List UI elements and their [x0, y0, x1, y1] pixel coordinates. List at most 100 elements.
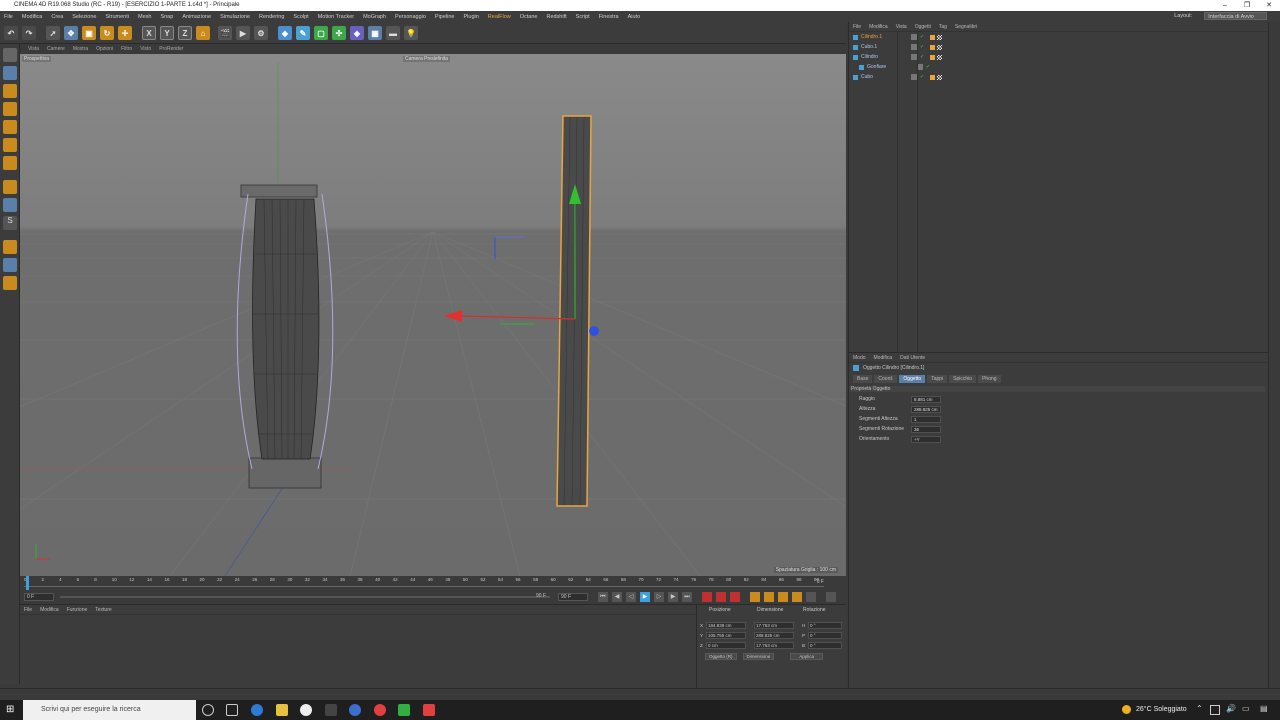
z-axis-lock-icon[interactable]: Z — [178, 26, 192, 40]
checker-tag-icon[interactable] — [937, 74, 943, 80]
floor-icon[interactable]: ▦ — [368, 26, 382, 40]
menu-item-realflow[interactable]: RealFlow — [488, 14, 511, 20]
y-axis-lock-icon[interactable]: Y — [160, 26, 174, 40]
menu-item-plugin[interactable]: Plugin — [464, 14, 479, 20]
menu-item-redshift[interactable]: Redshift — [546, 14, 566, 20]
material-menu-texture[interactable]: Texture — [95, 607, 111, 613]
object-name[interactable]: Gonfiare — [867, 64, 913, 70]
object-name[interactable]: Cubo.1 — [861, 44, 907, 50]
app-icon[interactable] — [300, 704, 312, 716]
timeline-window-icon[interactable] — [826, 592, 836, 602]
cinema4d-taskbar-icon[interactable] — [349, 704, 361, 716]
rotate-tool-icon[interactable]: ↻ — [100, 26, 114, 40]
light-icon[interactable]: 💡 — [404, 26, 418, 40]
object-name[interactable]: Cilindro — [861, 54, 907, 60]
scale-tool-icon[interactable]: ▣ — [82, 26, 96, 40]
x-axis-lock-icon[interactable]: X — [142, 26, 156, 40]
workplane-icon[interactable] — [3, 102, 17, 116]
phong-tag-icon[interactable] — [930, 74, 936, 80]
key-scale-icon[interactable] — [764, 592, 774, 602]
maximize-button[interactable]: ❐ — [1236, 0, 1258, 11]
apply-button[interactable]: Applica — [790, 653, 824, 660]
camera-label[interactable]: Camera Predefinita — [403, 56, 451, 62]
tab-base[interactable]: Base — [853, 375, 873, 383]
object-menu-vista[interactable]: Vista — [896, 24, 907, 30]
autokey-icon[interactable] — [716, 592, 726, 602]
object-row[interactable]: Cilindro.1 ✓ — [851, 32, 1265, 42]
tweak-icon[interactable] — [3, 198, 17, 212]
tab-coord[interactable]: Coord. — [874, 375, 898, 383]
object-menu-modifica[interactable]: Modifica — [869, 24, 888, 30]
attribute-value-input[interactable]: 288.825 cm — [911, 405, 941, 413]
viewport-menu-vista[interactable]: Vista — [28, 46, 39, 52]
viewport-menu-filtro[interactable]: Filtro — [121, 46, 132, 52]
object-menu-oggetti[interactable]: Oggetti — [915, 24, 931, 30]
key-position-icon[interactable] — [750, 592, 760, 602]
tab-tappi[interactable]: Tappi — [927, 375, 948, 383]
keyboard-icon[interactable]: ▭ — [1242, 704, 1250, 713]
position-input[interactable]: 184.838 cm — [706, 622, 746, 629]
make-editable-icon[interactable] — [3, 48, 17, 62]
weather-label[interactable]: 26°C Soleggiato — [1136, 700, 1187, 720]
position-input[interactable]: 0 cm — [706, 642, 746, 649]
attribute-menu-modo[interactable]: Modo — [853, 355, 866, 361]
windows-start-icon[interactable]: ⊞ — [6, 704, 18, 716]
rotation-input[interactable]: 0 ° — [808, 632, 842, 639]
object-row[interactable]: Cubo.1 ✓ — [851, 42, 1265, 52]
taskbar-search-input[interactable]: Scrivi qui per eseguire la ricerca — [23, 700, 196, 720]
locked-workplane-icon[interactable] — [3, 258, 17, 272]
tray-chevron-icon[interactable]: ⌃ — [1196, 704, 1203, 713]
go-end-icon[interactable]: ⏭ — [682, 592, 692, 602]
pen-spline-icon[interactable]: ✎ — [296, 26, 310, 40]
position-input[interactable]: 105.755 cm — [706, 632, 746, 639]
chrome-icon[interactable] — [374, 704, 386, 716]
tab-oggetto[interactable]: Oggetto — [899, 375, 926, 383]
tab-phong[interactable]: Phong — [978, 375, 1001, 383]
task-view-icon[interactable] — [226, 704, 238, 716]
object-row[interactable]: Gonfiare ✓ — [851, 62, 1265, 72]
paint-icon[interactable] — [3, 240, 17, 254]
menu-item-octane[interactable]: Octane — [520, 14, 538, 20]
size-input[interactable]: 17.763 cm — [754, 622, 794, 629]
3d-viewport[interactable]: Prospettiva Camera Predefinita Spaziatur… — [20, 54, 846, 576]
menu-item-script[interactable]: Script — [576, 14, 590, 20]
object-row[interactable]: Cubo ✓ — [851, 72, 1265, 82]
key-pla-icon[interactable] — [806, 592, 816, 602]
polygons-mode-icon[interactable] — [3, 156, 17, 170]
menu-item-personaggio[interactable]: Personaggio — [395, 14, 426, 20]
size-input[interactable]: 288.825 cm — [754, 632, 794, 639]
enable-check-icon[interactable]: ✓ — [920, 74, 924, 80]
timeline-ruler[interactable]: 0246810121416182022242628303234363840424… — [20, 576, 846, 590]
checker-tag-icon[interactable] — [937, 54, 943, 60]
enable-check-icon[interactable]: ✓ — [920, 54, 924, 60]
attribute-value-input[interactable]: +Y — [911, 435, 941, 443]
menu-item-mesh[interactable]: Mesh — [138, 14, 151, 20]
layout-selector[interactable]: Layout: Interfaccia di Avvio — [1174, 12, 1276, 20]
phong-tag-icon[interactable] — [930, 54, 936, 60]
object-menu-segnalibri[interactable]: Segnalibri — [955, 24, 977, 30]
close-button[interactable]: ✕ — [1258, 0, 1280, 11]
next-key-icon[interactable]: ▶ — [668, 592, 678, 602]
texture-mode-icon[interactable] — [3, 84, 17, 98]
playhead[interactable] — [26, 576, 29, 590]
render-view-icon[interactable]: 🎬 — [218, 26, 232, 40]
menu-item-selezione[interactable]: Selezione — [72, 14, 96, 20]
object-row[interactable]: Cilindro ✓ — [851, 52, 1265, 62]
material-menu-modifica[interactable]: Modifica — [40, 607, 59, 613]
viewport-menu-prorender[interactable]: ProRender — [159, 46, 183, 52]
cortana-icon[interactable] — [202, 704, 214, 716]
grid-icon[interactable] — [3, 276, 17, 290]
attribute-menu-dati-utente[interactable]: Dati Utente — [900, 355, 925, 361]
enable-check-icon[interactable]: ✓ — [926, 64, 930, 70]
camera-icon[interactable]: ▬ — [386, 26, 400, 40]
recorder-icon[interactable] — [423, 704, 435, 716]
undo-icon[interactable]: ↶ — [4, 26, 18, 40]
menu-item-snap[interactable]: Snap — [160, 14, 173, 20]
model-mode-icon[interactable] — [3, 66, 17, 80]
menu-item-strumenti[interactable]: Strumenti — [105, 14, 129, 20]
minimize-button[interactable]: – — [1214, 0, 1236, 11]
menu-item-motion-tracker[interactable]: Motion Tracker — [318, 14, 354, 20]
redo-icon[interactable]: ↷ — [22, 26, 36, 40]
checker-tag-icon[interactable] — [937, 44, 943, 50]
snap-icon[interactable]: S — [3, 216, 17, 230]
